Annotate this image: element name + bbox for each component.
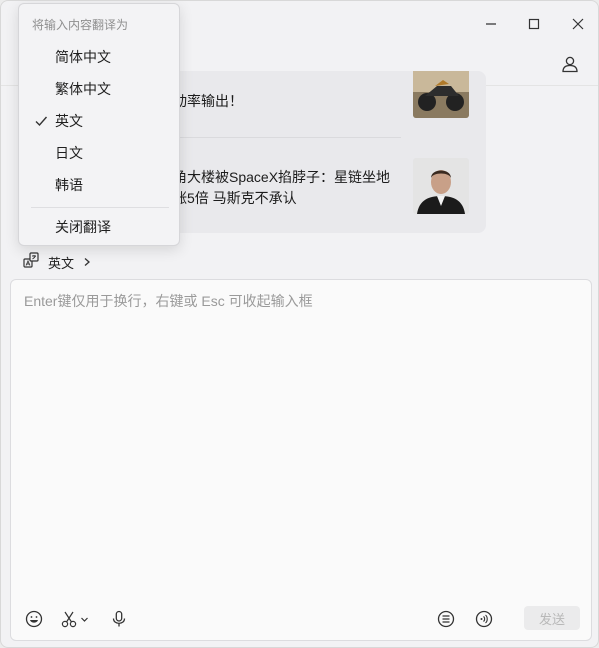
menu-item-korean[interactable]: 韩语 bbox=[23, 171, 175, 199]
list-icon[interactable] bbox=[434, 607, 458, 631]
menu-item-label: 日文 bbox=[55, 145, 83, 161]
chat-window: 动率输出！ 角大楼被SpaceX掐脖子：星链坐地涨5倍 马斯克不承认 英文 En… bbox=[0, 0, 599, 648]
translate-icon[interactable] bbox=[23, 252, 40, 272]
news-title-2[interactable]: 角大楼被SpaceX掐脖子：星链坐地涨5倍 马斯克不承认 bbox=[173, 167, 403, 209]
menu-item-simplified-chinese[interactable]: 简体中文 bbox=[23, 43, 175, 71]
menu-item-label: 关闭翻译 bbox=[55, 219, 111, 235]
translate-target-label[interactable]: 英文 bbox=[48, 253, 74, 272]
menu-item-japanese[interactable]: 日文 bbox=[23, 139, 175, 167]
checkmark-icon bbox=[34, 114, 48, 131]
emoji-icon[interactable] bbox=[22, 607, 46, 631]
message-input[interactable]: Enter键仅用于换行，右键或 Esc 可收起输入框 发送 bbox=[10, 279, 592, 641]
menu-item-traditional-chinese[interactable]: 繁体中文 bbox=[23, 75, 175, 103]
menu-item-label: 韩语 bbox=[55, 177, 83, 193]
translate-language-menu: 将输入内容翻译为 简体中文 繁体中文 英文 日文 韩语 关闭翻译 bbox=[18, 3, 180, 246]
menu-item-english[interactable]: 英文 bbox=[23, 107, 175, 135]
menu-item-label: 简体中文 bbox=[55, 49, 111, 65]
menu-header: 将输入内容翻译为 bbox=[32, 18, 129, 32]
menu-item-close-translation[interactable]: 关闭翻译 bbox=[23, 213, 175, 241]
menu-item-label: 繁体中文 bbox=[55, 81, 111, 97]
menu-item-label: 英文 bbox=[55, 113, 83, 129]
motorcycle-image[interactable] bbox=[413, 71, 469, 118]
microphone-icon[interactable] bbox=[107, 607, 131, 631]
chevron-right-icon[interactable] bbox=[82, 255, 92, 270]
translate-target-row[interactable]: 英文 bbox=[23, 251, 92, 273]
person-icon[interactable] bbox=[557, 51, 583, 77]
minimize-icon[interactable] bbox=[478, 11, 504, 37]
card-divider bbox=[173, 137, 401, 138]
voice-icon[interactable] bbox=[472, 607, 496, 631]
send-button[interactable]: 发送 bbox=[524, 606, 580, 630]
chevron-down-icon[interactable] bbox=[77, 607, 91, 631]
input-placeholder: Enter键仅用于换行，右键或 Esc 可收起输入框 bbox=[24, 293, 313, 309]
news-title-1[interactable]: 动率输出！ bbox=[173, 91, 403, 112]
portrait-image[interactable] bbox=[413, 158, 469, 214]
menu-separator bbox=[31, 207, 169, 208]
close-icon[interactable] bbox=[565, 11, 591, 37]
maximize-icon[interactable] bbox=[521, 11, 547, 37]
